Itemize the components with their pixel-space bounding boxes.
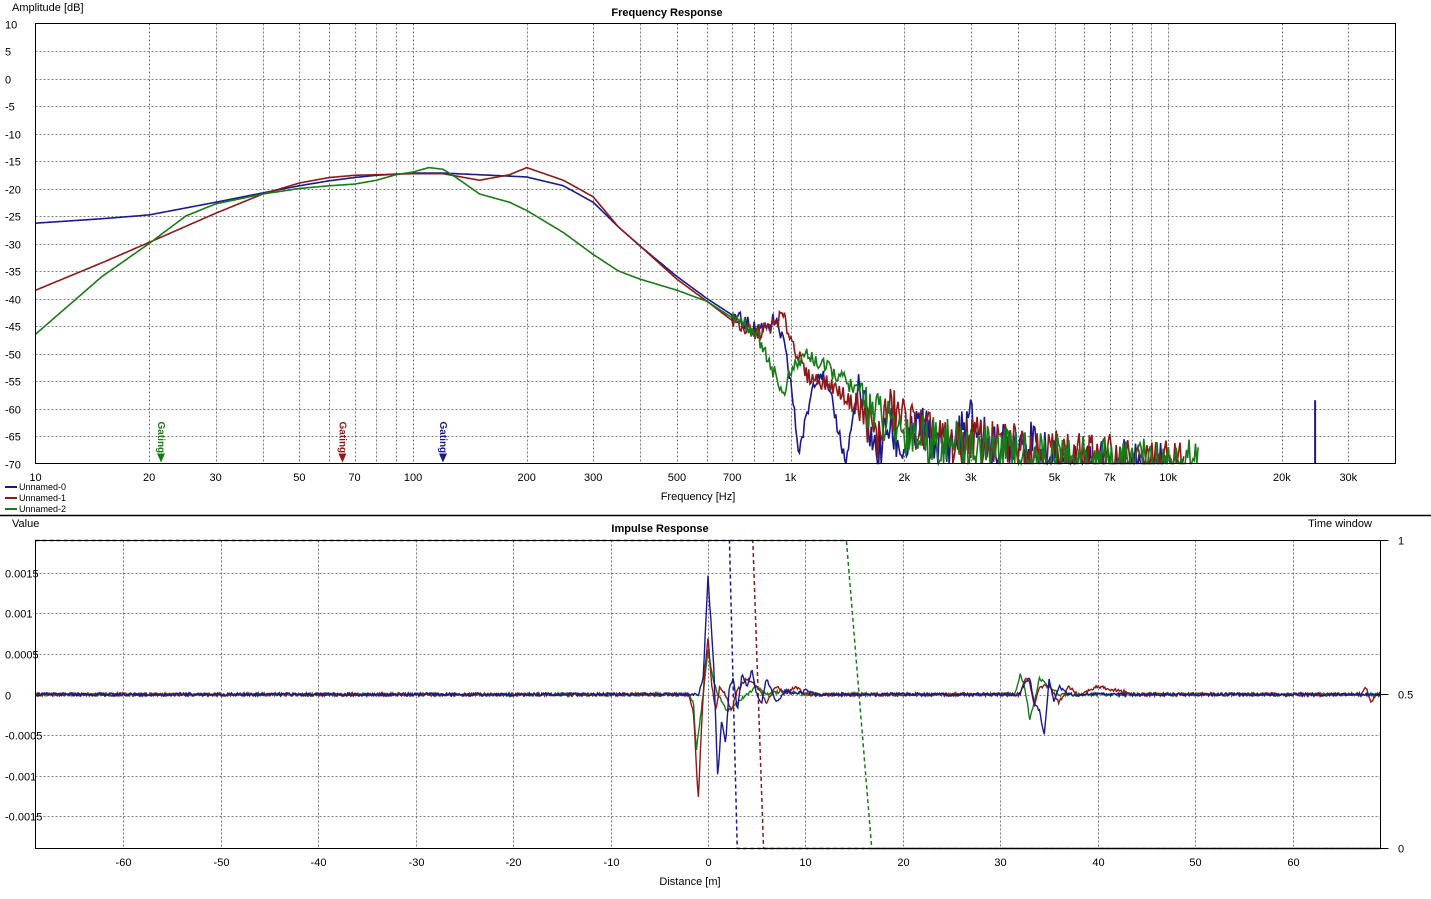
gating-marker-label: Gating: [155, 422, 166, 454]
fr-y-tick-label: -50: [5, 350, 21, 362]
fr-y-tick-label: -30: [5, 240, 21, 252]
fr-tick-labels: 1050-5-10-15-20-25-30-35-40-45-50-55-60-…: [5, 20, 1358, 485]
rew-graph-window: Frequency Response Amplitude [dB] Freque…: [0, 0, 1431, 899]
fr-x-tick-label: 500: [668, 472, 686, 484]
ir-x-tick-label: -40: [311, 857, 327, 869]
fr-x-tick-label: 700: [723, 472, 741, 484]
ir-x-tick-label: -10: [604, 857, 620, 869]
fr-x-tick-label: 2k: [898, 472, 910, 484]
fr-x-tick-label: 30: [210, 472, 222, 484]
ir-x-tick-label: 40: [1092, 857, 1104, 869]
fr-y-tick-label: -65: [5, 432, 21, 444]
ir-xlabel: Distance [m]: [659, 876, 720, 888]
fr-series-lines: [34, 166, 1317, 467]
ir-x-tick-label: 20: [897, 857, 909, 869]
ir-x-tick-label: 10: [799, 857, 811, 869]
gating-marker-arrow: [338, 453, 347, 463]
fr-x-tick-label: 70: [348, 472, 360, 484]
fr-title: Frequency Response: [611, 7, 722, 19]
legend-entry-2[interactable]: Unnamed-2: [19, 504, 66, 514]
ir-series-lines: [35, 575, 1382, 797]
fr-ylabel: Amplitude [dB]: [12, 2, 84, 14]
fr-x-tick-label: 1k: [785, 472, 797, 484]
ir-y-tick-label: 0.001: [5, 609, 33, 621]
ir-series-line-0: [35, 575, 1382, 775]
ir-x-tick-label: -30: [409, 857, 425, 869]
ir-x-tick-label: 50: [1189, 857, 1201, 869]
ir-ylabel: Value: [12, 518, 39, 530]
legend-entry-0[interactable]: Unnamed-0: [19, 482, 66, 492]
fr-y-tick-label: -15: [5, 157, 21, 169]
ir-y-tick-label: 0.0015: [5, 569, 39, 581]
ir-y-tick-label: -0.0015: [5, 812, 42, 824]
ir-x-tick-label: 30: [994, 857, 1006, 869]
fr-y-tick-label: -35: [5, 267, 21, 279]
ir-series-line-2: [35, 649, 1381, 750]
fr-y-tick-label: -20: [5, 185, 21, 197]
gating-marker-label: Gating: [336, 422, 347, 454]
legend-entry-1[interactable]: Unnamed-1: [19, 493, 66, 503]
gating-marker-arrow: [157, 453, 166, 463]
ir-x-tick-label: 60: [1287, 857, 1299, 869]
fr-x-tick-label: 10k: [1159, 472, 1177, 484]
fr-x-tick-label: 30k: [1339, 472, 1357, 484]
fr-x-tick-label: 100: [404, 472, 422, 484]
fr-y-tick-label: -5: [5, 102, 15, 114]
ir-y-tick-label: -0.001: [5, 772, 36, 784]
ir-right-tick-label: 1: [1398, 536, 1404, 548]
fr-y-tick-label: -40: [5, 295, 21, 307]
ir-right-tick-label: 0.5: [1398, 690, 1413, 702]
ir-x-tick-label: 0: [705, 857, 711, 869]
fr-grid: [35, 23, 1396, 464]
fr-y-tick-label: -60: [5, 405, 21, 417]
fr-x-tick-label: 200: [518, 472, 536, 484]
ir-y-tick-label: 0: [5, 691, 11, 703]
fr-x-tick-label: 20k: [1273, 472, 1291, 484]
ir-series-line-1: [35, 638, 1382, 797]
fr-x-tick-label: 3k: [965, 472, 977, 484]
fr-y-tick-label: -10: [5, 130, 21, 142]
ir-right-tick-label: 0: [1398, 844, 1404, 856]
fr-y-tick-label: 0: [5, 75, 11, 87]
charts-canvas: Frequency Response Amplitude [dB] Freque…: [0, 2, 1431, 888]
gating-marker-arrow: [438, 453, 447, 463]
fr-plot-frame: [35, 23, 1396, 464]
fr-y-tick-label: -25: [5, 212, 21, 224]
ir-x-tick-label: -50: [214, 857, 230, 869]
ir-right-axis-label: Time window: [1308, 518, 1372, 530]
ir-title: Impulse Response: [611, 523, 708, 535]
gating-marker-label: Gating: [437, 422, 448, 454]
fr-y-tick-label: -70: [5, 460, 21, 472]
fr-gating-markers: Gating Gating Gating: [155, 422, 448, 463]
fr-legend: Unnamed-0 Unnamed-1 Unnamed-2: [5, 482, 66, 514]
fr-x-tick-label: 50: [293, 472, 305, 484]
fr-y-tick-label: -55: [5, 377, 21, 389]
fr-xlabel: Frequency [Hz]: [661, 491, 736, 503]
fr-x-tick-label: 5k: [1049, 472, 1061, 484]
fr-x-tick-label: 300: [584, 472, 602, 484]
fr-x-tick-label: 7k: [1104, 472, 1116, 484]
fr-series-line-2: [34, 166, 1199, 467]
fr-series-line-1: [35, 166, 1185, 466]
ir-x-tick-label: -60: [116, 857, 132, 869]
fr-x-tick-label: 20: [143, 472, 155, 484]
fr-y-tick-label: 10: [5, 20, 17, 32]
fr-y-tick-label: 5: [5, 47, 11, 59]
ir-x-tick-label: -20: [506, 857, 522, 869]
ir-y-tick-label: 0.0005: [5, 650, 39, 662]
fr-y-tick-label: -45: [5, 322, 21, 334]
ir-y-tick-label: -0.0005: [5, 731, 42, 743]
